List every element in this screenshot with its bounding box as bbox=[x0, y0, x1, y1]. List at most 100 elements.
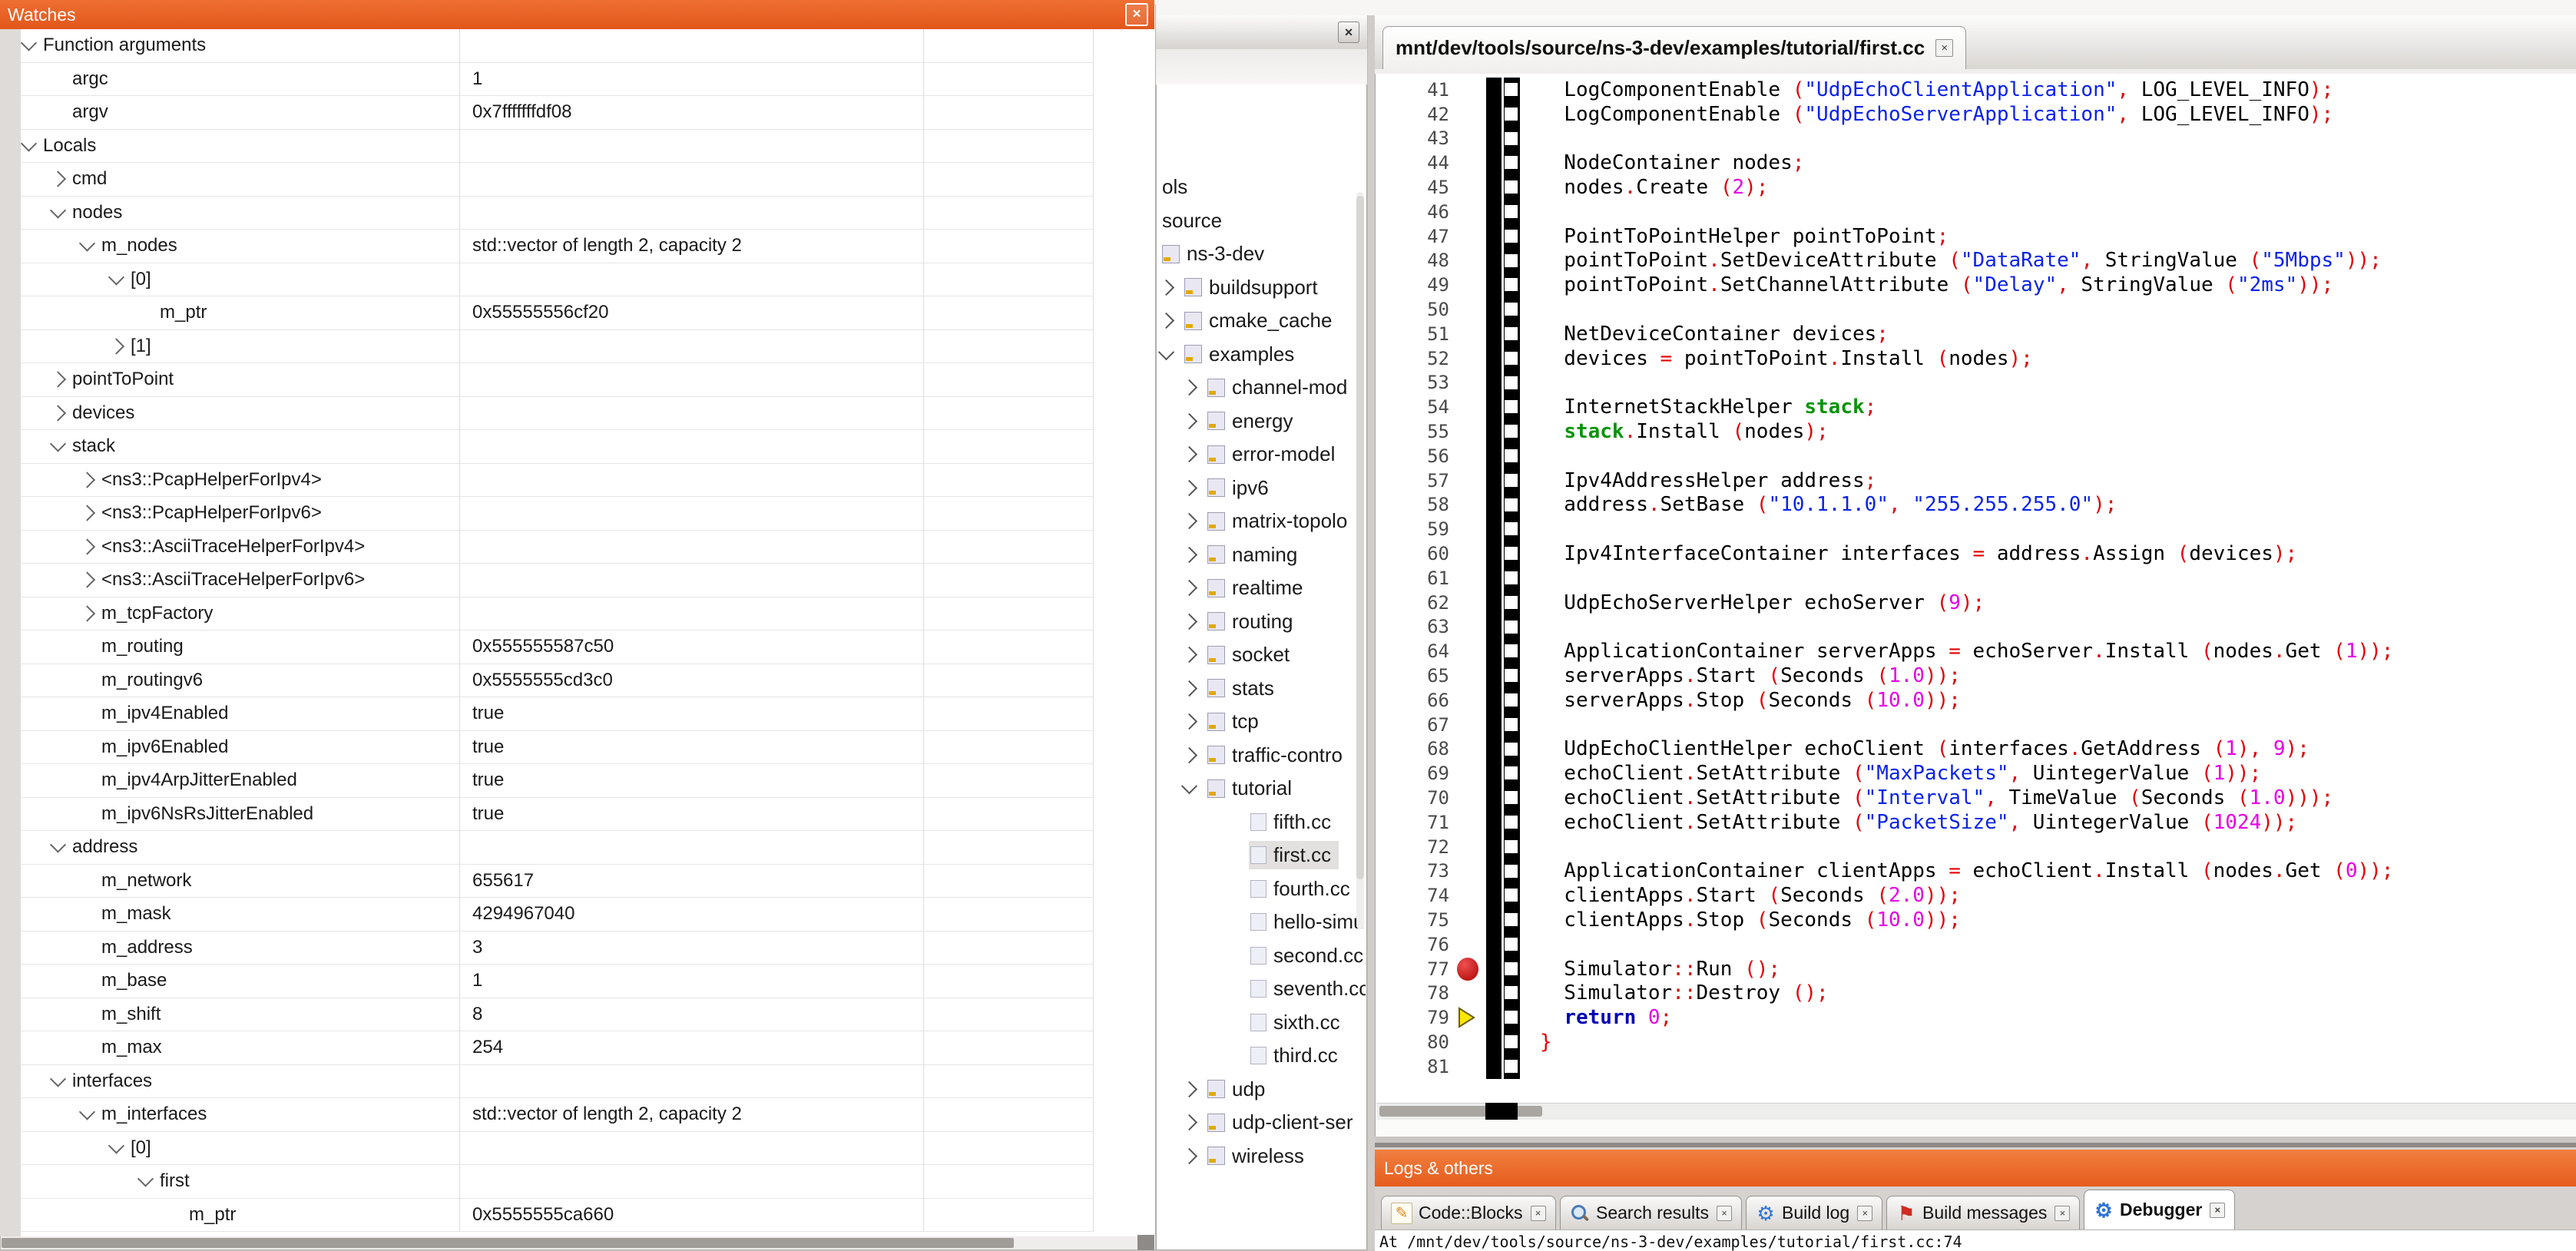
line-number[interactable]: 71 bbox=[1376, 812, 1454, 833]
watch-row[interactable]: [0] bbox=[21, 1132, 1094, 1166]
watch-row[interactable]: m_ipv6NsRsJitterEnabledtrue bbox=[21, 798, 1094, 832]
chevron-right-icon[interactable] bbox=[1181, 1148, 1197, 1164]
line-number[interactable]: 47 bbox=[1376, 226, 1454, 247]
marker-margin[interactable] bbox=[1454, 346, 1486, 371]
tree-item-hello-simul[interactable]: hello-simul bbox=[1157, 905, 1366, 939]
tree-item-ipv6[interactable]: ipv6 bbox=[1157, 472, 1366, 505]
close-icon[interactable]: × bbox=[1717, 1206, 1732, 1221]
tree-item-energy[interactable]: energy bbox=[1157, 405, 1366, 439]
chevron-right-icon[interactable] bbox=[79, 472, 95, 488]
chevron-down-icon[interactable] bbox=[1158, 344, 1174, 360]
line-number[interactable]: 75 bbox=[1376, 909, 1454, 931]
projects-panel-header[interactable]: × bbox=[1156, 15, 1367, 50]
tree-item-buildsupport[interactable]: buildsupport bbox=[1157, 271, 1366, 305]
chevron-down-icon[interactable] bbox=[50, 1071, 66, 1087]
tree-item-third-cc[interactable]: third.cc bbox=[1157, 1039, 1366, 1073]
chevron-right-icon[interactable] bbox=[1181, 680, 1197, 697]
watch-row[interactable]: Function arguments bbox=[21, 29, 1094, 63]
tree-item-stats[interactable]: stats bbox=[1157, 672, 1366, 706]
watch-row[interactable]: m_shift8 bbox=[21, 998, 1094, 1032]
tree-item-second-cc[interactable]: second.cc bbox=[1157, 939, 1366, 973]
watch-row[interactable]: pointToPoint bbox=[21, 363, 1094, 397]
watch-row[interactable]: m_routingv60x5555555cd3c0 bbox=[21, 664, 1094, 698]
chevron-down-icon[interactable] bbox=[50, 202, 66, 218]
marker-margin[interactable] bbox=[1454, 395, 1486, 419]
line-number[interactable]: 45 bbox=[1376, 177, 1454, 198]
line-number[interactable]: 54 bbox=[1376, 396, 1454, 418]
line-number[interactable]: 69 bbox=[1376, 763, 1454, 784]
line-number[interactable]: 51 bbox=[1376, 323, 1454, 345]
line-number[interactable]: 81 bbox=[1376, 1056, 1454, 1077]
tree-item-seventh-cc[interactable]: seventh.cc bbox=[1157, 972, 1366, 1006]
tree-item-udp-client-ser[interactable]: udp-client-ser bbox=[1157, 1106, 1366, 1140]
marker-margin[interactable] bbox=[1454, 444, 1486, 468]
logs-tab-build-log[interactable]: ⚙Build log× bbox=[1746, 1196, 1882, 1229]
tree-item-udp[interactable]: udp bbox=[1157, 1073, 1366, 1107]
tree-item-wireless[interactable]: wireless bbox=[1157, 1140, 1366, 1173]
marker-margin[interactable] bbox=[1454, 761, 1486, 786]
chevron-right-icon[interactable] bbox=[79, 572, 95, 588]
close-icon[interactable]: × bbox=[1125, 3, 1148, 26]
tree-item-cmake-cache[interactable]: cmake_cache bbox=[1157, 304, 1366, 338]
marker-margin[interactable] bbox=[1454, 151, 1486, 175]
tree-item-fifth-cc[interactable]: fifth.cc bbox=[1157, 806, 1366, 839]
marker-margin[interactable] bbox=[1454, 591, 1486, 615]
chevron-right-icon[interactable] bbox=[79, 505, 95, 521]
chevron-down-icon[interactable] bbox=[21, 135, 37, 151]
close-icon[interactable]: × bbox=[2055, 1206, 2070, 1221]
marker-margin[interactable] bbox=[1454, 78, 1486, 102]
close-icon[interactable]: × bbox=[1935, 39, 1953, 57]
marker-margin[interactable] bbox=[1454, 639, 1486, 664]
watch-row[interactable]: m_ptr0x5555555ca660 bbox=[21, 1199, 1094, 1233]
chevron-down-icon[interactable] bbox=[137, 1171, 154, 1187]
line-number[interactable]: 41 bbox=[1376, 79, 1454, 101]
logs-titlebar[interactable]: Logs & others bbox=[1375, 1150, 2576, 1186]
chevron-right-icon[interactable] bbox=[79, 605, 95, 621]
watch-row[interactable]: nodes bbox=[21, 197, 1094, 230]
chevron-right-icon[interactable] bbox=[1181, 614, 1197, 630]
logs-tab-debugger[interactable]: ⚙Debugger× bbox=[2084, 1190, 2235, 1229]
marker-margin[interactable] bbox=[1454, 419, 1486, 444]
marker-margin[interactable] bbox=[1454, 371, 1486, 395]
watch-row[interactable]: <ns3::PcapHelperForIpv6> bbox=[21, 497, 1094, 531]
watch-row[interactable]: m_interfacesstd::vector of length 2, cap… bbox=[21, 1098, 1094, 1132]
line-number[interactable]: 67 bbox=[1376, 714, 1454, 736]
marker-margin[interactable] bbox=[1454, 517, 1486, 541]
marker-margin[interactable] bbox=[1454, 541, 1486, 566]
marker-margin[interactable] bbox=[1454, 688, 1486, 713]
watches-body[interactable]: Function argumentsargc1argv0x7fffffffdf0… bbox=[21, 29, 1154, 1236]
marker-margin[interactable] bbox=[1454, 1005, 1486, 1030]
editor-horizontal-scrollbar[interactable] bbox=[1376, 1103, 2576, 1120]
chevron-right-icon[interactable] bbox=[1181, 379, 1197, 395]
tree-item-channel-mod[interactable]: channel-mod bbox=[1157, 371, 1366, 405]
marker-margin[interactable] bbox=[1454, 932, 1486, 957]
watch-row[interactable]: m_mask4294967040 bbox=[21, 898, 1094, 932]
tree-item-traffic-contro[interactable]: traffic-contro bbox=[1157, 739, 1366, 773]
marker-margin[interactable] bbox=[1454, 810, 1486, 835]
tree-item-routing[interactable]: routing bbox=[1157, 605, 1366, 639]
marker-margin[interactable] bbox=[1454, 200, 1486, 224]
tree-scrollbar-thumb[interactable] bbox=[1356, 196, 1364, 879]
close-icon[interactable]: × bbox=[1531, 1206, 1546, 1221]
tree-item-first-cc[interactable]: first.cc bbox=[1157, 839, 1366, 872]
line-number[interactable]: 43 bbox=[1376, 127, 1454, 149]
marker-margin[interactable] bbox=[1454, 981, 1486, 1005]
marker-margin[interactable] bbox=[1454, 786, 1486, 810]
marker-margin[interactable] bbox=[1454, 664, 1486, 688]
watch-row[interactable]: m_ipv4Enabledtrue bbox=[21, 697, 1094, 731]
tree-item-error-model[interactable]: error-model bbox=[1157, 438, 1366, 472]
line-number[interactable]: 66 bbox=[1376, 690, 1454, 711]
close-icon[interactable]: × bbox=[1857, 1206, 1872, 1221]
line-number[interactable]: 50 bbox=[1376, 299, 1454, 320]
close-icon[interactable]: × bbox=[2210, 1203, 2225, 1218]
line-number[interactable]: 52 bbox=[1376, 348, 1454, 369]
chevron-right-icon[interactable] bbox=[50, 372, 66, 388]
line-number[interactable]: 62 bbox=[1376, 592, 1454, 614]
line-number[interactable]: 63 bbox=[1376, 616, 1454, 637]
watch-row[interactable]: m_ipv6Enabledtrue bbox=[21, 731, 1094, 765]
line-number[interactable]: 60 bbox=[1376, 543, 1454, 564]
watch-row[interactable]: m_tcpFactory bbox=[21, 597, 1094, 631]
chevron-down-icon[interactable] bbox=[1181, 778, 1197, 794]
tree-item-source[interactable]: source bbox=[1157, 204, 1366, 238]
watch-row[interactable]: argv0x7fffffffdf08 bbox=[21, 96, 1094, 130]
